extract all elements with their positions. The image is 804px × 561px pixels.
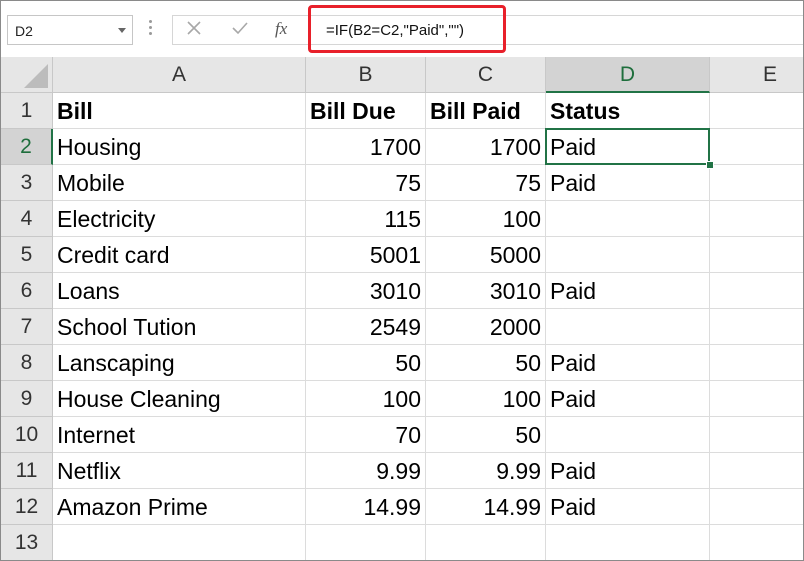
row-header-1[interactable]: 1 [1, 93, 53, 129]
cell-b4[interactable]: 115 [306, 201, 426, 237]
cell-b10[interactable]: 70 [306, 417, 426, 453]
insert-function-icon[interactable]: fx [275, 19, 287, 39]
cell-e7[interactable] [710, 309, 803, 345]
cell-e5[interactable] [710, 237, 803, 273]
cell-d11[interactable]: Paid [546, 453, 710, 489]
cell-c8[interactable]: 50 [426, 345, 546, 381]
row-header-3[interactable]: 3 [1, 165, 53, 201]
cell-a4[interactable]: Electricity [53, 201, 306, 237]
cell-b12[interactable]: 14.99 [306, 489, 426, 525]
enter-check-icon[interactable] [225, 18, 255, 42]
cell-c11[interactable]: 9.99 [426, 453, 546, 489]
cell-d6[interactable]: Paid [546, 273, 710, 309]
cell-a10[interactable]: Internet [53, 417, 306, 453]
cell-c9[interactable]: 100 [426, 381, 546, 417]
row-header-13[interactable]: 13 [1, 525, 53, 560]
cell-d13[interactable] [546, 525, 710, 560]
cell-b13[interactable] [306, 525, 426, 560]
row-header-5[interactable]: 5 [1, 237, 53, 273]
cell-a13[interactable] [53, 525, 306, 560]
cell-d3[interactable]: Paid [546, 165, 710, 201]
row-header-4[interactable]: 4 [1, 201, 53, 237]
row-header-2[interactable]: 2 [1, 129, 53, 165]
cell-e4[interactable] [710, 201, 803, 237]
row-header-10[interactable]: 10 [1, 417, 53, 453]
cell-c2[interactable]: 1700 [426, 129, 546, 165]
worksheet-grid: A B C D E 1 Bill Bill Due Bill Paid Status 2 Housin… [1, 57, 803, 560]
column-header-a[interactable]: A [53, 57, 306, 93]
cell-d5[interactable] [546, 237, 710, 273]
row-header-12[interactable]: 12 [1, 489, 53, 525]
cell-b9[interactable]: 100 [306, 381, 426, 417]
cell-c1[interactable]: Bill Paid [426, 93, 546, 129]
cell-a11[interactable]: Netflix [53, 453, 306, 489]
column-header-e[interactable]: E [710, 57, 803, 93]
cell-c6[interactable]: 3010 [426, 273, 546, 309]
formula-buttons: fx [172, 15, 308, 45]
column-header-c[interactable]: C [426, 57, 546, 93]
cell-d1[interactable]: Status [546, 93, 710, 129]
cell-c3[interactable]: 75 [426, 165, 546, 201]
cell-e10[interactable] [710, 417, 803, 453]
cancel-x-icon[interactable] [179, 18, 209, 42]
cell-b7[interactable]: 2549 [306, 309, 426, 345]
cell-b5[interactable]: 5001 [306, 237, 426, 273]
cell-a9[interactable]: House Cleaning [53, 381, 306, 417]
cell-b1[interactable]: Bill Due [306, 93, 426, 129]
cell-c7[interactable]: 2000 [426, 309, 546, 345]
cell-b6[interactable]: 3010 [306, 273, 426, 309]
name-box-value: D2 [15, 23, 33, 39]
column-header-d[interactable]: D [546, 57, 710, 93]
cell-e3[interactable] [710, 165, 803, 201]
cell-e11[interactable] [710, 453, 803, 489]
row-header-6[interactable]: 6 [1, 273, 53, 309]
chevron-down-icon[interactable] [118, 28, 126, 33]
select-all-triangle-icon [24, 64, 48, 88]
cell-d8[interactable]: Paid [546, 345, 710, 381]
cell-d10[interactable] [546, 417, 710, 453]
row-header-7[interactable]: 7 [1, 309, 53, 345]
cell-e2[interactable] [710, 129, 803, 165]
cell-c12[interactable]: 14.99 [426, 489, 546, 525]
cell-d7[interactable] [546, 309, 710, 345]
cell-a1[interactable]: Bill [53, 93, 306, 129]
cell-a7[interactable]: School Tution [53, 309, 306, 345]
formula-highlight-box [308, 5, 506, 53]
excel-window: D2 fx =IF(B2=C2,"Paid","") A B C D E 1 Bill Bil… [0, 0, 804, 561]
cell-e13[interactable] [710, 525, 803, 560]
cell-c10[interactable]: 50 [426, 417, 546, 453]
drag-handle-icon[interactable] [149, 20, 153, 40]
cell-b3[interactable]: 75 [306, 165, 426, 201]
cell-d2[interactable]: Paid [546, 129, 710, 165]
formula-bar: D2 fx =IF(B2=C2,"Paid","") [1, 1, 803, 57]
cell-e1[interactable] [710, 93, 803, 129]
cell-c4[interactable]: 100 [426, 201, 546, 237]
cell-e12[interactable] [710, 489, 803, 525]
row-header-11[interactable]: 11 [1, 453, 53, 489]
cell-a12[interactable]: Amazon Prime [53, 489, 306, 525]
select-all-corner[interactable] [1, 57, 53, 93]
cell-b11[interactable]: 9.99 [306, 453, 426, 489]
cell-b8[interactable]: 50 [306, 345, 426, 381]
name-box[interactable]: D2 [7, 15, 133, 45]
row-header-9[interactable]: 9 [1, 381, 53, 417]
cell-a2[interactable]: Housing [53, 129, 306, 165]
cell-a5[interactable]: Credit card [53, 237, 306, 273]
cell-b2[interactable]: 1700 [306, 129, 426, 165]
cell-a3[interactable]: Mobile [53, 165, 306, 201]
cell-c13[interactable] [426, 525, 546, 560]
column-header-b[interactable]: B [306, 57, 426, 93]
cell-d9[interactable]: Paid [546, 381, 710, 417]
cell-e6[interactable] [710, 273, 803, 309]
cell-a8[interactable]: Lanscaping [53, 345, 306, 381]
cell-e9[interactable] [710, 381, 803, 417]
row-header-8[interactable]: 8 [1, 345, 53, 381]
cell-c5[interactable]: 5000 [426, 237, 546, 273]
cell-a6[interactable]: Loans [53, 273, 306, 309]
cell-d4[interactable] [546, 201, 710, 237]
cell-d12[interactable]: Paid [546, 489, 710, 525]
cell-e8[interactable] [710, 345, 803, 381]
